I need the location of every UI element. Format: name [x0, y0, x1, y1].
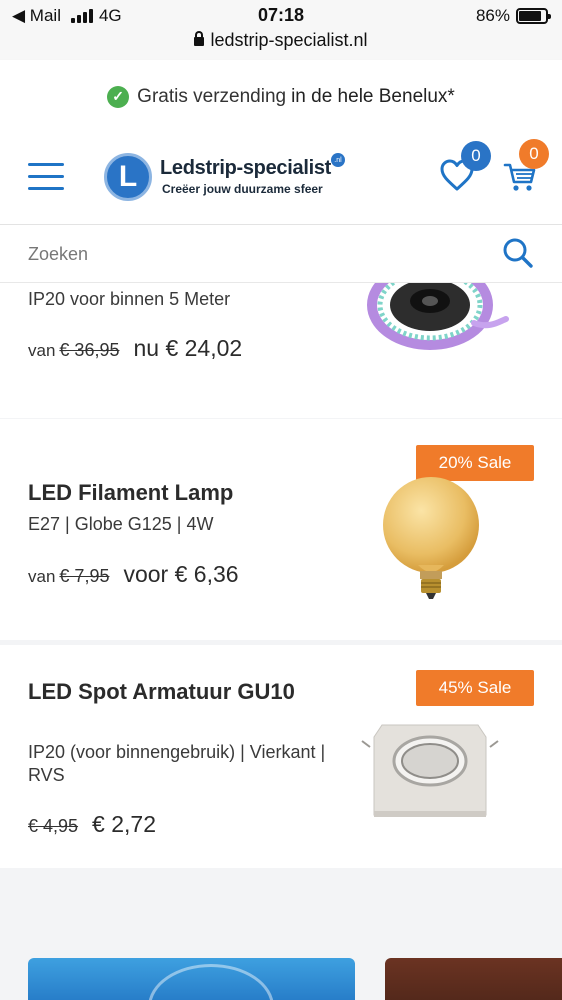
- old-price: € 4,95: [28, 816, 79, 836]
- product-image-spot-fixture[interactable]: [360, 715, 500, 823]
- shipping-highlight: in de hele Benelux*: [291, 85, 455, 107]
- product-card[interactable]: 45% Sale LED Spot Armatuur GU10 IP20 (vo…: [0, 645, 562, 868]
- cart-count-badge: 0: [519, 139, 549, 169]
- logo-tagline: Creëer jouw duurzame sfeer: [162, 182, 323, 196]
- product-image-filament-bulb[interactable]: [378, 475, 488, 605]
- product-image-ledstrip[interactable]: [362, 283, 512, 363]
- logo-name[interactable]: Ledstrip-specialist: [160, 157, 331, 180]
- product-title[interactable]: LED Filament Lamp: [28, 478, 318, 507]
- new-price: € 2,72: [92, 811, 156, 837]
- product-subtitle: E27 | Globe G125 | 4W: [28, 514, 214, 534]
- new-price: voor € 6,36: [123, 561, 239, 587]
- wishlist-count-badge: 0: [461, 141, 491, 171]
- shipping-banner: ✓ Gratis verzending in de hele Benelux*: [0, 60, 562, 133]
- logo-tld: .nl: [331, 153, 345, 167]
- price-row: van € 36,95 nu € 24,02: [28, 335, 242, 362]
- search-input[interactable]: [28, 239, 468, 269]
- product-card[interactable]: 20% Sale LED Filament Lamp E27 | Globe G…: [0, 419, 562, 640]
- product-subtitle: IP20 voor binnen 5 Meter: [28, 289, 231, 309]
- battery-icon: [516, 8, 551, 24]
- sale-badge: 45% Sale: [416, 670, 534, 706]
- old-price: € 7,95: [59, 566, 110, 586]
- menu-icon[interactable]: [28, 163, 64, 193]
- search-icon[interactable]: [500, 235, 536, 271]
- category-tile[interactable]: [385, 958, 562, 1000]
- product-card[interactable]: IP20 voor binnen 5 Meter van € 36,95 nu …: [0, 283, 562, 418]
- category-tile[interactable]: [28, 958, 355, 1000]
- site-header: L Ledstrip-specialist .nl Creëer jouw du…: [0, 133, 562, 225]
- logo-mark[interactable]: L: [104, 153, 152, 201]
- price-row: € 4,95 € 2,72: [28, 811, 156, 838]
- address-bar[interactable]: ledstrip-specialist.nl: [0, 30, 562, 51]
- van-label: van: [28, 567, 56, 586]
- product-title[interactable]: LED Spot Armatuur GU10: [28, 677, 318, 706]
- new-price: nu € 24,02: [133, 335, 243, 361]
- status-right: 86%: [475, 6, 551, 26]
- shipping-text: Gratis verzending: [137, 85, 287, 107]
- check-icon: ✓: [107, 85, 130, 108]
- lock-icon: [194, 31, 205, 46]
- van-label: van: [28, 341, 56, 360]
- product-subtitle: IP20 (voor binnengebruik) | Vierkant | R…: [28, 742, 326, 785]
- old-price: € 36,95: [59, 340, 120, 360]
- battery-percent: 86%: [475, 6, 510, 25]
- url-text: ledstrip-specialist.nl: [210, 30, 368, 50]
- price-row: van € 7,95 voor € 6,36: [28, 561, 239, 588]
- status-bar: ◀ Mail 4G 07:18 86% ledstrip-specialist.…: [0, 0, 562, 60]
- search-bar: [0, 225, 562, 283]
